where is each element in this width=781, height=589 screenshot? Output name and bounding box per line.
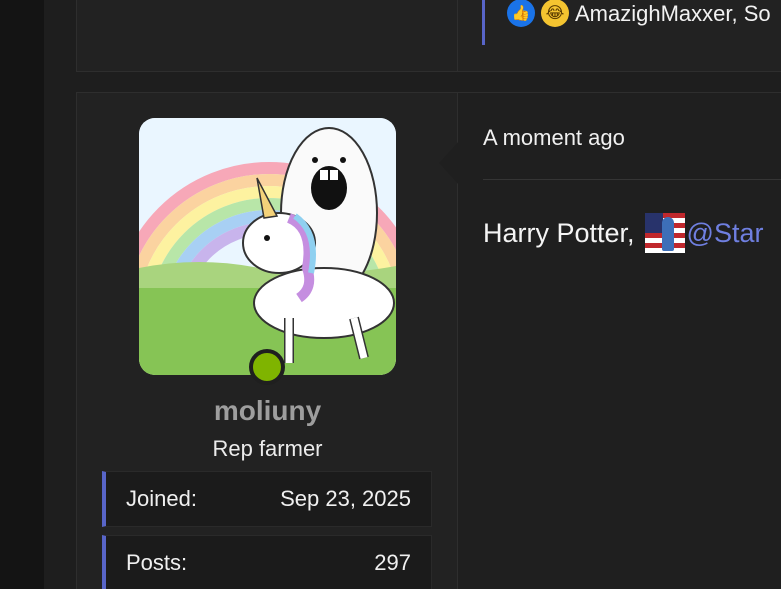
post-user-cell: moliuny Rep farmer Joined: Sep 23, 2025 … bbox=[77, 93, 458, 589]
stat-joined-label: Joined: bbox=[126, 486, 197, 511]
previous-post: 👍 😂 AmazighMaxxer, So bbox=[76, 0, 781, 72]
post-timestamp[interactable]: A moment ago bbox=[483, 125, 625, 151]
user-mention-link[interactable]: @Star bbox=[687, 218, 764, 249]
post: moliuny Rep farmer Joined: Sep 23, 2025 … bbox=[76, 92, 781, 589]
avatar[interactable] bbox=[139, 118, 396, 375]
stat-posts: Posts: 297 bbox=[102, 535, 432, 589]
previous-post-user-cell bbox=[77, 0, 458, 71]
laughing-emoji-icon: 😂 bbox=[541, 0, 569, 27]
post-body: Harry Potter, @Star bbox=[483, 213, 763, 253]
unicorn-avatar-image bbox=[139, 118, 396, 375]
stat-joined: Joined: Sep 23, 2025 bbox=[102, 471, 432, 527]
stat-posts-value[interactable]: 297 bbox=[374, 550, 411, 576]
user-title: Rep farmer bbox=[212, 436, 323, 461]
message-pointer-arrow bbox=[439, 141, 459, 185]
american-flag-avatar-icon bbox=[644, 213, 685, 253]
thumbs-up-icon: 👍 bbox=[507, 0, 535, 27]
left-gutter bbox=[0, 0, 44, 589]
post-body-text: Harry Potter, bbox=[483, 217, 635, 248]
post-header-divider bbox=[483, 179, 781, 180]
online-status-indicator bbox=[249, 349, 285, 385]
stat-joined-value: Sep 23, 2025 bbox=[280, 486, 411, 511]
reaction-names[interactable]: AmazighMaxxer, So bbox=[575, 1, 771, 27]
stat-posts-label: Posts: bbox=[126, 550, 188, 575]
username-link[interactable]: moliuny bbox=[77, 395, 458, 427]
reaction-bar[interactable]: 👍 😂 AmazighMaxxer, So bbox=[482, 0, 771, 45]
